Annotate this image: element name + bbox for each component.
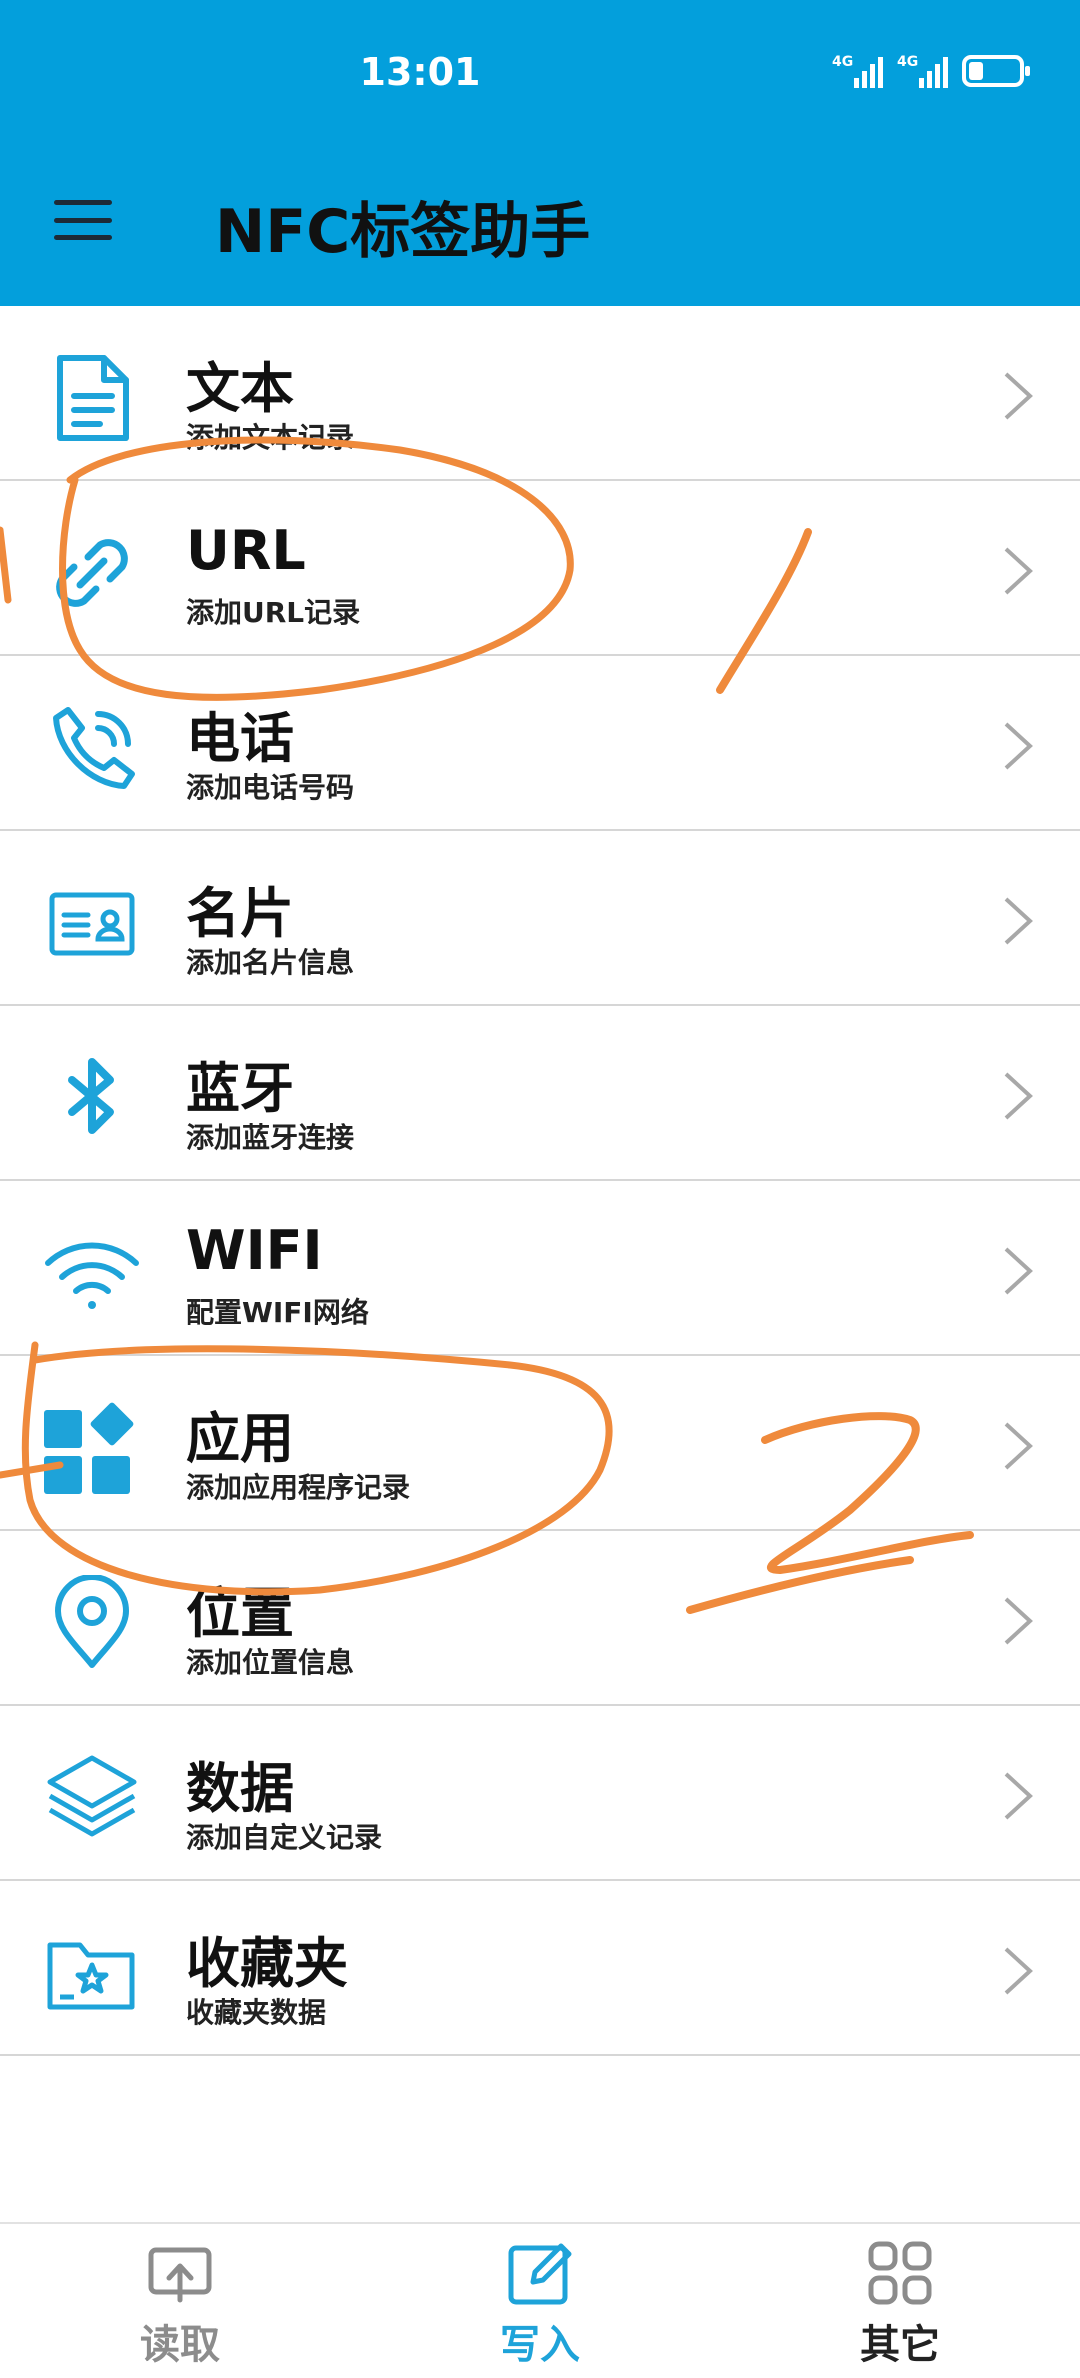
chevron-right-icon <box>1004 722 1033 770</box>
phone-icon <box>44 700 140 796</box>
tab-write[interactable]: 写入 <box>440 2238 640 2370</box>
item-title: WIFI <box>186 1219 323 1282</box>
wifi-icon <box>44 1225 140 1321</box>
list-item-text[interactable]: 文本 添加文本记录 <box>0 306 1080 481</box>
bluetooth-icon <box>44 1050 140 1146</box>
tab-read[interactable]: 读取 <box>80 2238 280 2370</box>
list-item-url[interactable]: URL 添加URL记录 <box>0 481 1080 656</box>
item-subtitle: 添加位置信息 <box>186 1646 355 1679</box>
list-item-apps[interactable]: 应用 添加应用程序记录 <box>0 1356 1080 1531</box>
signal-icon: 4G <box>897 54 948 88</box>
layers-icon <box>44 1750 140 1846</box>
list-item-business-card[interactable]: 名片 添加名片信息 <box>0 831 1080 1006</box>
list-item-data[interactable]: 数据 添加自定义记录 <box>0 1706 1080 1881</box>
menu-line <box>54 200 112 205</box>
item-title: 应用 <box>186 1407 294 1470</box>
item-title: 数据 <box>186 1757 294 1820</box>
chevron-right-icon <box>1004 1947 1033 1995</box>
item-subtitle: 添加蓝牙连接 <box>186 1121 355 1154</box>
chevron-right-icon <box>1004 372 1033 420</box>
item-subtitle: 添加自定义记录 <box>186 1821 383 1854</box>
item-subtitle: 配置WIFI网络 <box>186 1296 369 1329</box>
tab-label: 写入 <box>500 2322 580 2368</box>
chevron-right-icon <box>1004 1247 1033 1295</box>
item-title: 收藏夹 <box>186 1932 348 1995</box>
list-item-bluetooth[interactable]: 蓝牙 添加蓝牙连接 <box>0 1006 1080 1181</box>
link-icon <box>44 525 140 621</box>
chevron-right-icon <box>1004 547 1033 595</box>
grid-icon <box>868 2241 932 2305</box>
record-type-list: 文本 添加文本记录 URL 添加URL记录 电话 添加电话号码 名片 添加名片信… <box>0 306 1080 2056</box>
bottom-tab-bar: 读取 写入 其它 <box>0 2222 1080 2378</box>
page-title: NFC标签助手 <box>215 197 591 267</box>
location-pin-icon <box>44 1574 140 1671</box>
menu-line <box>54 235 112 240</box>
apps-icon <box>44 1400 140 1496</box>
list-item-favorites[interactable]: 收藏夹 收藏夹数据 <box>0 1881 1080 2056</box>
battery-icon <box>962 55 1030 87</box>
chevron-right-icon <box>1004 1772 1033 1820</box>
list-item-phone[interactable]: 电话 添加电话号码 <box>0 656 1080 831</box>
app-header: 13:01 4G 4G NFC标签助手 <box>0 0 1080 306</box>
status-icons: 4G 4G <box>832 54 1030 88</box>
list-item-location[interactable]: 位置 添加位置信息 <box>0 1531 1080 1706</box>
list-item-wifi[interactable]: WIFI 配置WIFI网络 <box>0 1181 1080 1356</box>
item-title: 电话 <box>186 707 294 770</box>
item-subtitle: 添加电话号码 <box>186 771 355 804</box>
tab-label: 读取 <box>140 2322 220 2368</box>
item-title: 蓝牙 <box>186 1057 294 1120</box>
chevron-right-icon <box>1004 1422 1033 1470</box>
folder-star-icon <box>44 1925 140 2021</box>
item-title: 文本 <box>186 357 294 420</box>
tab-other[interactable]: 其它 <box>800 2238 1000 2370</box>
menu-button[interactable] <box>54 200 112 240</box>
item-title: 名片 <box>186 882 294 945</box>
document-icon <box>44 350 140 446</box>
write-icon <box>508 2243 572 2305</box>
item-subtitle: 收藏夹数据 <box>186 1996 327 2029</box>
signal-icon: 4G <box>832 54 883 88</box>
item-subtitle: 添加名片信息 <box>186 946 355 979</box>
chevron-right-icon <box>1004 1072 1033 1120</box>
item-subtitle: 添加应用程序记录 <box>186 1471 411 1504</box>
business-card-icon <box>44 875 140 971</box>
item-subtitle: 添加URL记录 <box>186 596 361 629</box>
menu-line <box>54 217 112 223</box>
item-title: URL <box>186 519 306 582</box>
chevron-right-icon <box>1004 1597 1033 1645</box>
item-subtitle: 添加文本记录 <box>186 421 355 454</box>
tab-label: 其它 <box>860 2322 940 2368</box>
status-time: 13:01 <box>359 50 481 94</box>
item-title: 位置 <box>186 1582 294 1645</box>
read-icon <box>148 2247 212 2303</box>
chevron-right-icon <box>1004 897 1033 945</box>
